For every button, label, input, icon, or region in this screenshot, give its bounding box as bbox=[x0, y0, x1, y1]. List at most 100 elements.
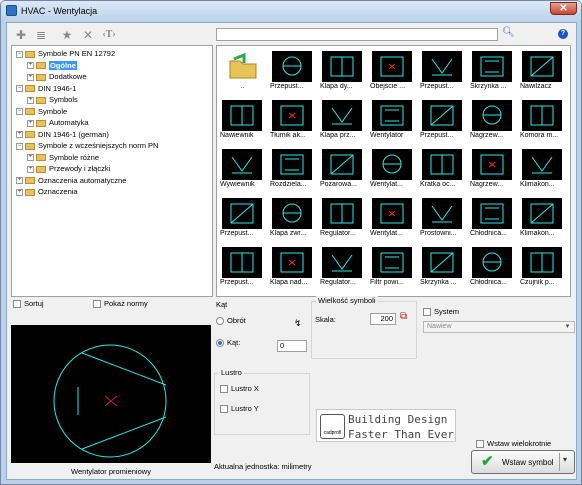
delete-icon[interactable]: ✕ bbox=[80, 27, 96, 43]
mirror-x-checkbox[interactable]: Lustro X bbox=[220, 384, 259, 394]
multi-insert-check[interactable] bbox=[476, 440, 484, 449]
multi-insert-checkbox[interactable]: Wstaw wielokrotnie bbox=[476, 439, 551, 449]
system-select[interactable]: Nawiew ▾ bbox=[423, 321, 575, 333]
symbol-tile[interactable]: Skrzynka ... bbox=[420, 245, 465, 291]
symbol-tile[interactable]: Wentylat... bbox=[370, 147, 415, 193]
add-icon[interactable]: ✚ bbox=[13, 27, 29, 43]
symbol-tile[interactable]: Filtr powi... bbox=[370, 245, 415, 291]
symbol-tile[interactable]: Obejście ... bbox=[370, 49, 415, 95]
search-icon[interactable]: 🔍︎ bbox=[502, 27, 515, 38]
show-norms-checkbox[interactable]: Pokaż normy bbox=[93, 299, 148, 309]
star-icon[interactable]: ★ bbox=[59, 27, 75, 43]
symbol-tile[interactable]: Wentylator bbox=[370, 98, 415, 144]
tree-node[interactable]: + Symbole różne bbox=[27, 152, 99, 163]
system-check[interactable] bbox=[423, 308, 431, 317]
tree-node[interactable]: + Przewody i złączki bbox=[27, 163, 110, 174]
symbol-tile[interactable]: Przepust... bbox=[420, 98, 465, 144]
tree-node[interactable]: − Symbole bbox=[16, 106, 67, 117]
rotate-radio-dot[interactable] bbox=[216, 317, 224, 326]
symbol-tile[interactable]: Klimakon... bbox=[520, 147, 565, 193]
symbol-tile[interactable]: Pożarowa... bbox=[320, 147, 365, 193]
symbol-tile[interactable]: Czujnik bbox=[570, 147, 571, 193]
close-button[interactable]: ✕ bbox=[550, 2, 577, 15]
symbol-tile[interactable]: Klapa dy... bbox=[320, 49, 365, 95]
sort-check[interactable] bbox=[13, 300, 21, 309]
tree-expander-icon[interactable]: + bbox=[27, 154, 34, 162]
symbol-tile[interactable]: Chłodnica... bbox=[470, 196, 515, 242]
list-icon[interactable]: ≣ bbox=[33, 27, 49, 43]
tree-expander-icon[interactable]: − bbox=[16, 142, 23, 150]
mirror-y-checkbox[interactable]: Lustro Y bbox=[220, 404, 259, 414]
symbol-tile[interactable]: Regulator... bbox=[320, 245, 365, 291]
tree-expander-icon[interactable]: + bbox=[27, 119, 34, 127]
tree-node[interactable]: − DIN 1946-1 bbox=[16, 83, 76, 94]
dropdown-arrow-icon[interactable]: ▾ bbox=[563, 455, 567, 464]
search-input[interactable] bbox=[216, 28, 498, 41]
tree-expander-icon[interactable]: − bbox=[16, 85, 23, 93]
pick-scale-icon[interactable]: ⧉ bbox=[400, 311, 407, 322]
help-icon[interactable]: ? bbox=[558, 29, 568, 39]
symbol-tile[interactable]: Przepust... bbox=[220, 245, 265, 291]
symbol-tile[interactable]: Czujnik p... bbox=[520, 245, 565, 291]
symbol-tile[interactable]: Czujnik bbox=[570, 245, 571, 291]
tree-expander-icon[interactable]: + bbox=[16, 131, 23, 139]
symbol-tile[interactable]: Wywiewnik bbox=[220, 147, 265, 193]
symbol-tile[interactable]: Nawilżacz bbox=[520, 49, 565, 95]
tree-expander-icon[interactable]: + bbox=[27, 165, 34, 173]
tree-expander-icon[interactable]: + bbox=[27, 73, 34, 81]
symbol-tile[interactable]: Prostowni... bbox=[420, 196, 465, 242]
symbol-tile[interactable]: .. bbox=[220, 49, 265, 95]
angle-radio-dot[interactable] bbox=[216, 339, 224, 348]
tree-node[interactable]: + Symbols bbox=[27, 94, 78, 105]
symbol-tile[interactable]: Czujnik bbox=[570, 98, 571, 144]
insert-symbol-button[interactable]: ✔ Wstaw symbol ▾ bbox=[471, 450, 575, 474]
symbol-tile[interactable]: Tłumik ak... bbox=[270, 98, 315, 144]
angle-input[interactable]: 0 bbox=[277, 340, 307, 352]
chevron-down-icon[interactable]: ▾ bbox=[562, 322, 573, 332]
symbol-tile[interactable]: Regulator... bbox=[320, 196, 365, 242]
tree-node[interactable]: + Oznaczenia automatyczne bbox=[16, 175, 126, 186]
symbol-tile[interactable]: Czujnik bbox=[570, 196, 571, 242]
symbol-tile[interactable]: Klapa prz... bbox=[320, 98, 365, 144]
sort-checkbox[interactable]: Sortuj bbox=[13, 299, 44, 309]
mirror-y-check[interactable] bbox=[220, 405, 228, 414]
symbol-tile[interactable]: Czujnik bbox=[570, 49, 571, 95]
tree-expander-icon[interactable]: − bbox=[16, 50, 23, 58]
scale-input[interactable]: 200 bbox=[370, 313, 396, 325]
symbol-tile[interactable]: Nagrzew... bbox=[470, 98, 515, 144]
symbol-tile[interactable]: Przepust... bbox=[270, 49, 315, 95]
symbol-tile[interactable]: Klapa zwr... bbox=[270, 196, 315, 242]
tree-node[interactable]: + Automatyka bbox=[27, 117, 89, 128]
angle-radio[interactable]: Kąt: bbox=[216, 338, 240, 348]
mirror-x-check[interactable] bbox=[220, 385, 228, 394]
tree-node[interactable]: + Ogólne bbox=[27, 60, 77, 71]
tree-node[interactable]: − Symbole z wcześniejszych norm PN bbox=[16, 140, 158, 151]
text-tool-icon[interactable]: ‹T› bbox=[101, 27, 117, 43]
show-norms-check[interactable] bbox=[93, 300, 101, 309]
symbol-tile[interactable]: Nawiewnik bbox=[220, 98, 265, 144]
symbol-tile[interactable]: Wentylat... bbox=[370, 196, 415, 242]
tree-node[interactable]: − Symbole PN EN 12792 bbox=[16, 48, 115, 59]
symbol-tile[interactable]: Chłodnica... bbox=[470, 245, 515, 291]
symbol-tile[interactable]: Klapa nad... bbox=[270, 245, 315, 291]
tree-expander-icon[interactable]: + bbox=[16, 177, 23, 185]
symbol-tile[interactable]: Rozdziela... bbox=[270, 147, 315, 193]
symbol-tile[interactable]: Kratka oc... bbox=[420, 147, 465, 193]
category-tree[interactable]: − Symbole PN EN 12792 + Ogólne + Dodatkowe − DI… bbox=[11, 45, 213, 297]
symbol-tile[interactable]: Skrzynka ... bbox=[470, 49, 515, 95]
symbol-tile[interactable]: Nagrzew... bbox=[470, 147, 515, 193]
system-checkbox[interactable]: System bbox=[423, 307, 459, 317]
symbol-tile[interactable]: Przepust... bbox=[220, 196, 265, 242]
rotate-radio[interactable]: Obrót bbox=[216, 316, 246, 326]
tree-node[interactable]: + Dodatkowe bbox=[27, 71, 87, 82]
symbol-tile[interactable]: Przepust... bbox=[420, 49, 465, 95]
tree-node[interactable]: + DIN 1946-1 (german) bbox=[16, 129, 109, 140]
tree-node[interactable]: + Oznaczenia bbox=[16, 186, 78, 197]
symbol-tile[interactable]: Komora m... bbox=[520, 98, 565, 144]
tree-expander-icon[interactable]: + bbox=[27, 62, 34, 70]
tree-expander-icon[interactable]: + bbox=[27, 96, 34, 104]
tree-expander-icon[interactable]: − bbox=[16, 108, 23, 116]
symbol-grid[interactable]: .. Przepust... Klapa dy... Obejście ... Prze… bbox=[216, 45, 571, 297]
tree-expander-icon[interactable]: + bbox=[16, 188, 23, 196]
symbol-tile[interactable]: Klimakon... bbox=[520, 196, 565, 242]
